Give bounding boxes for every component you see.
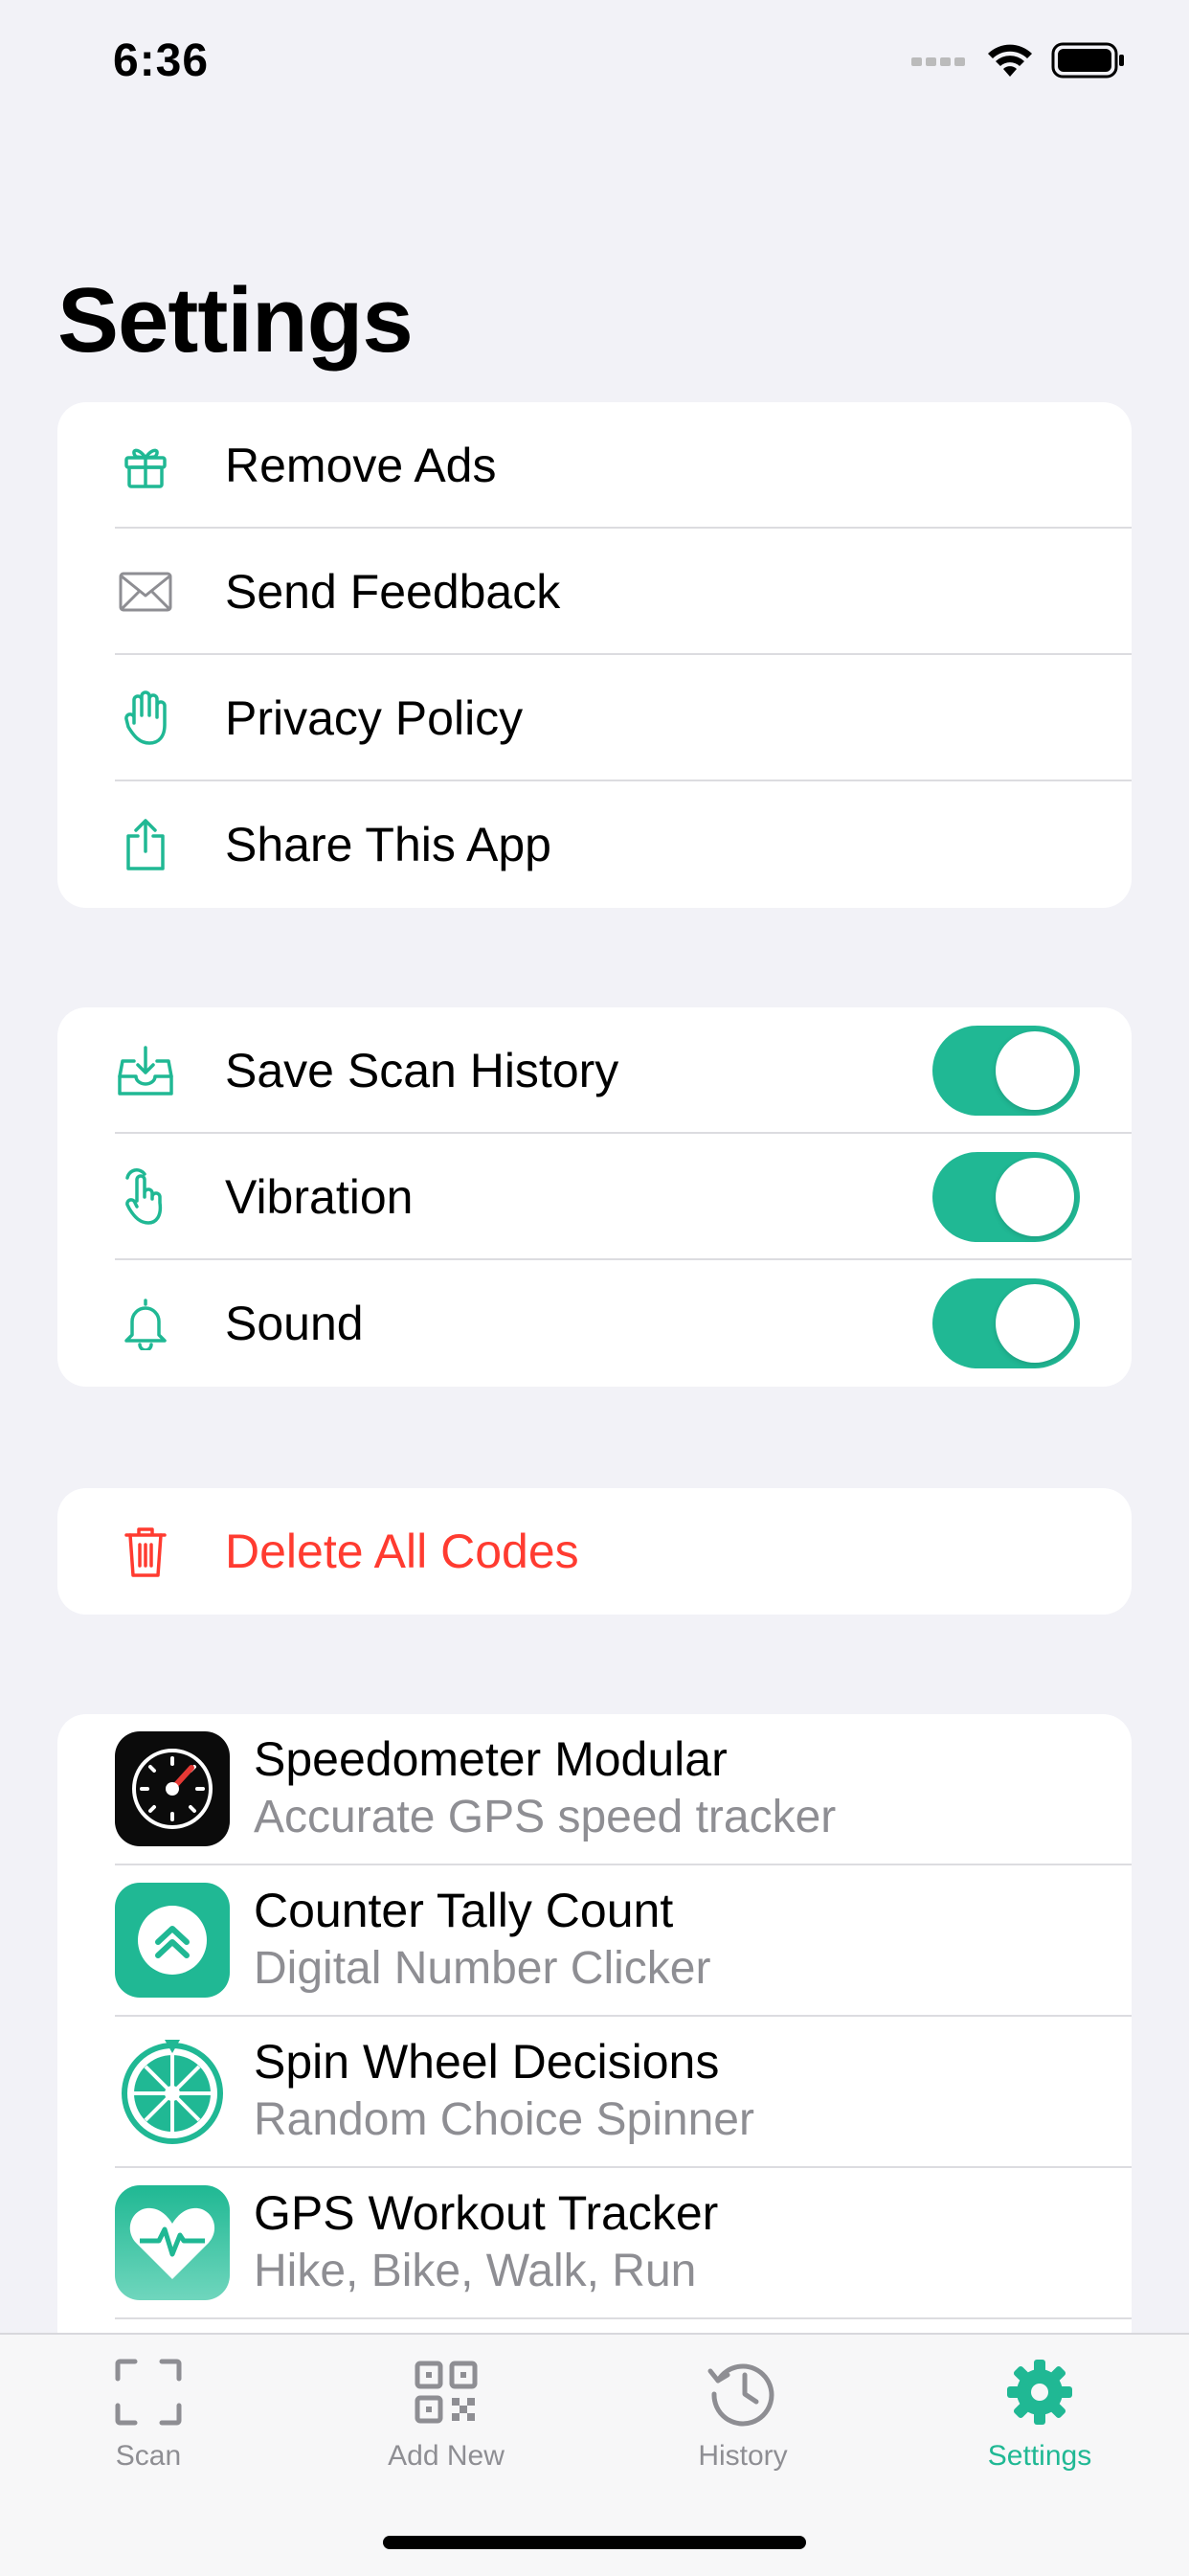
toggle-knob: [996, 1031, 1074, 1110]
tab-label: Settings: [987, 2440, 1092, 2472]
row-label: Privacy Policy: [225, 691, 524, 745]
bell-icon: [117, 1295, 174, 1352]
app-subtitle: Digital Number Clicker: [254, 1943, 711, 1994]
app-subtitle: Accurate GPS speed tracker: [254, 1792, 837, 1842]
status-time: 6:36: [113, 35, 210, 86]
toggle-knob: [996, 1284, 1074, 1363]
counter-icon: [115, 1883, 230, 1998]
battery-icon: [1051, 42, 1124, 79]
sound-toggle[interactable]: [932, 1278, 1080, 1368]
tab-label: Add New: [388, 2440, 505, 2472]
app-row-speedometer[interactable]: Speedometer Modular Accurate GPS speed t…: [57, 1714, 1132, 1865]
history-icon: [707, 2363, 774, 2427]
page-title: Settings: [57, 269, 414, 372]
app-title: Counter Tally Count: [254, 1884, 674, 1937]
vibration-toggle[interactable]: [932, 1152, 1080, 1242]
row-label: Delete All Codes: [225, 1525, 579, 1578]
tab-add-new[interactable]: Add New: [341, 2354, 551, 2473]
speedometer-icon: [115, 1731, 230, 1846]
gift-icon: [117, 437, 174, 494]
send-feedback-row[interactable]: Send Feedback: [57, 529, 1132, 655]
qr-icon: [415, 2361, 478, 2424]
row-label: Save Scan History: [225, 1044, 619, 1097]
tap-icon: [117, 1168, 174, 1226]
heart-icon: [115, 2185, 230, 2300]
row-label: Vibration: [225, 1170, 414, 1224]
hand-icon: [117, 689, 174, 747]
toggle-knob: [996, 1158, 1074, 1236]
danger-section: Delete All Codes: [57, 1488, 1132, 1615]
app-row-spin-wheel[interactable]: Spin Wheel Decisions Random Choice Spinn…: [57, 2017, 1132, 2168]
sound-row: Sound: [57, 1260, 1132, 1387]
scan-icon: [115, 2359, 182, 2426]
privacy-policy-row[interactable]: Privacy Policy: [57, 655, 1132, 781]
row-label: Sound: [225, 1297, 364, 1350]
app-subtitle: Random Choice Spinner: [254, 2094, 754, 2145]
app-title: Spin Wheel Decisions: [254, 2035, 720, 2089]
save-scan-history-row: Save Scan History: [57, 1007, 1132, 1134]
app-subtitle: Hike, Bike, Walk, Run: [254, 2246, 697, 2296]
more-apps-section: Speedometer Modular Accurate GPS speed t…: [57, 1714, 1132, 2384]
wheel-icon: [115, 2034, 230, 2149]
vibration-row: Vibration: [57, 1134, 1132, 1260]
tab-label: History: [698, 2440, 788, 2472]
delete-all-codes-row[interactable]: Delete All Codes: [57, 1488, 1132, 1615]
app-row-gps-workout[interactable]: GPS Workout Tracker Hike, Bike, Walk, Ru…: [57, 2168, 1132, 2319]
separator: [115, 2317, 1132, 2319]
home-indicator: [383, 2536, 806, 2549]
row-label: Send Feedback: [225, 565, 561, 619]
app-row-counter[interactable]: Counter Tally Count Digital Number Click…: [57, 1865, 1132, 2017]
tab-settings[interactable]: Settings: [934, 2354, 1145, 2473]
wifi-icon: [988, 44, 1032, 77]
trash-icon: [117, 1523, 174, 1580]
general-section: Remove Ads Send Feedback Privacy Policy …: [57, 402, 1132, 908]
app-title: GPS Workout Tracker: [254, 2186, 719, 2240]
tab-label: Scan: [115, 2440, 182, 2472]
signal-icon: [911, 57, 965, 66]
remove-ads-row[interactable]: Remove Ads: [57, 402, 1132, 529]
share-app-row[interactable]: Share This App: [57, 781, 1132, 908]
envelope-icon: [117, 563, 174, 621]
preferences-section: Save Scan History Vibration Sound: [57, 1007, 1132, 1387]
status-icons: [911, 42, 1126, 79]
save-history-toggle[interactable]: [932, 1026, 1080, 1116]
gear-icon: [1007, 2360, 1072, 2425]
row-label: Remove Ads: [225, 439, 497, 492]
tray-icon: [117, 1042, 174, 1099]
share-icon: [117, 816, 174, 873]
app-title: Speedometer Modular: [254, 1732, 728, 1786]
row-label: Share This App: [225, 818, 551, 871]
tab-scan[interactable]: Scan: [43, 2354, 254, 2473]
tab-history[interactable]: History: [638, 2354, 848, 2473]
